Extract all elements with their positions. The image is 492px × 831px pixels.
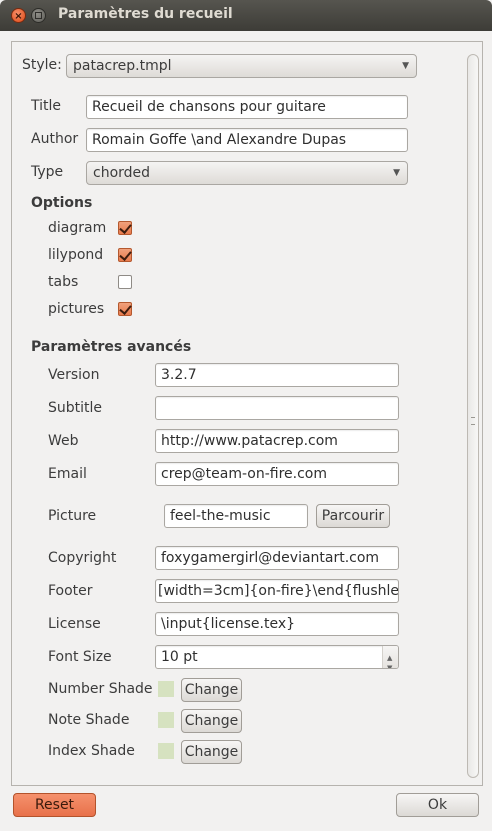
number-shade-swatch — [158, 681, 174, 697]
vertical-scrollbar[interactable] — [467, 54, 479, 778]
index-shade-label: Index Shade — [48, 743, 135, 759]
option-tabs-label: tabs — [48, 274, 79, 290]
browse-button[interactable]: Parcourir — [316, 504, 390, 528]
advanced-header: Paramètres avancés — [31, 339, 192, 355]
option-tabs-checkbox[interactable] — [118, 275, 132, 289]
option-diagram-checkbox[interactable] — [118, 221, 132, 235]
note-shade-label: Note Shade — [48, 712, 130, 728]
index-shade-swatch — [158, 743, 174, 759]
option-pictures-checkbox[interactable] — [118, 302, 132, 316]
copyright-label: Copyright — [48, 550, 117, 566]
author-label: Author — [31, 131, 79, 147]
version-label: Version — [48, 367, 100, 383]
version-field[interactable]: 3.2.7 — [155, 363, 399, 387]
note-shade-swatch — [158, 712, 174, 728]
options-header: Options — [31, 195, 93, 211]
index-shade-change-button[interactable]: Change — [181, 740, 242, 764]
style-label: Style: — [22, 57, 62, 73]
title-label: Title — [31, 98, 62, 114]
author-field[interactable]: Romain Goffe \and Alexandre Dupas — [86, 128, 408, 152]
number-shade-change-button[interactable]: Change — [181, 678, 242, 702]
subtitle-field[interactable] — [155, 396, 399, 420]
font-size-spinbox[interactable]: 10 pt ▲ ▼ — [155, 645, 399, 669]
style-combo[interactable]: patacrep.tmpl ▼ — [66, 54, 417, 78]
spin-arrows[interactable]: ▲ ▼ — [382, 646, 398, 668]
maximize-icon[interactable] — [31, 8, 46, 23]
style-combo-value: patacrep.tmpl — [73, 58, 172, 74]
ok-button[interactable]: Ok — [396, 793, 479, 817]
email-field[interactable]: crep@team-on-fire.com — [155, 462, 399, 486]
option-lilypond-label: lilypond — [48, 247, 104, 263]
footer-label: Footer — [48, 583, 93, 599]
copyright-field[interactable]: foxygamergirl@deviantart.com — [155, 546, 399, 570]
font-size-value: 10 pt — [161, 649, 198, 665]
font-size-label: Font Size — [48, 649, 112, 665]
email-label: Email — [48, 466, 87, 482]
title-field[interactable]: Recueil de chansons pour guitare — [86, 95, 408, 119]
window-title: Paramètres du recueil — [58, 6, 233, 22]
window-titlebar: × Paramètres du recueil — [0, 0, 492, 31]
type-combo[interactable]: chorded ▼ — [86, 161, 408, 185]
picture-field[interactable]: feel-the-music — [164, 504, 308, 528]
type-combo-value: chorded — [93, 165, 151, 181]
number-shade-label: Number Shade — [48, 681, 153, 697]
license-field[interactable]: \input{license.tex} — [155, 612, 399, 636]
web-label: Web — [48, 433, 79, 449]
license-label: License — [48, 616, 101, 632]
option-diagram-label: diagram — [48, 220, 107, 236]
chevron-down-icon: ▼ — [393, 168, 400, 178]
chevron-down-icon: ▼ — [402, 61, 409, 71]
picture-label: Picture — [48, 508, 97, 524]
close-icon[interactable]: × — [11, 8, 26, 23]
web-field[interactable]: http://www.patacrep.com — [155, 429, 399, 453]
note-shade-change-button[interactable]: Change — [181, 709, 242, 733]
footer-field[interactable]: [width=3cm]{on-fire}\end{flushleft} — [155, 579, 399, 603]
option-lilypond-checkbox[interactable] — [118, 248, 132, 262]
scrollbar-grip-icon — [471, 417, 475, 425]
option-pictures-label: pictures — [48, 301, 105, 317]
chevron-down-icon[interactable]: ▼ — [387, 657, 392, 668]
reset-button[interactable]: Reset — [13, 793, 96, 817]
subtitle-label: Subtitle — [48, 400, 103, 416]
type-label: Type — [31, 164, 64, 180]
